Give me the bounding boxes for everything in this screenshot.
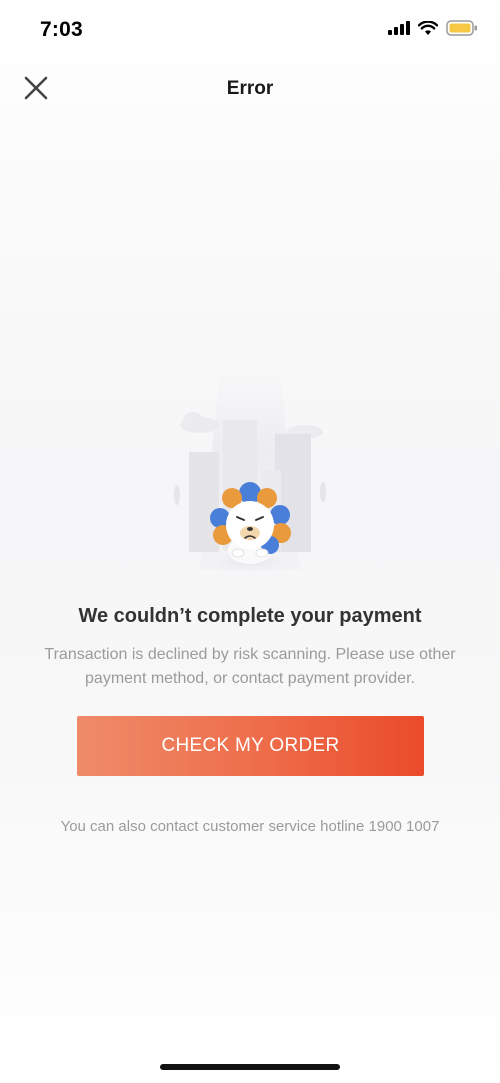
home-indicator[interactable] <box>160 1064 340 1070</box>
status-time: 7:03 <box>40 18 83 41</box>
check-my-order-button[interactable]: CHECK MY ORDER <box>77 716 424 776</box>
sad-lion-illustration <box>165 370 335 580</box>
battery-icon <box>446 20 478 41</box>
signal-icon <box>388 21 410 40</box>
status-bar: 7:03 <box>0 0 500 60</box>
page-title: Error <box>226 78 274 99</box>
hotline-text: You can also contact customer service ho… <box>60 818 440 835</box>
status-icons <box>388 19 478 41</box>
error-headline: We couldn’t complete your payment <box>78 605 422 627</box>
error-description: Transaction is declined by risk scanning… <box>44 646 456 687</box>
nav-bar: Error <box>0 64 500 114</box>
wifi-icon <box>417 19 439 41</box>
